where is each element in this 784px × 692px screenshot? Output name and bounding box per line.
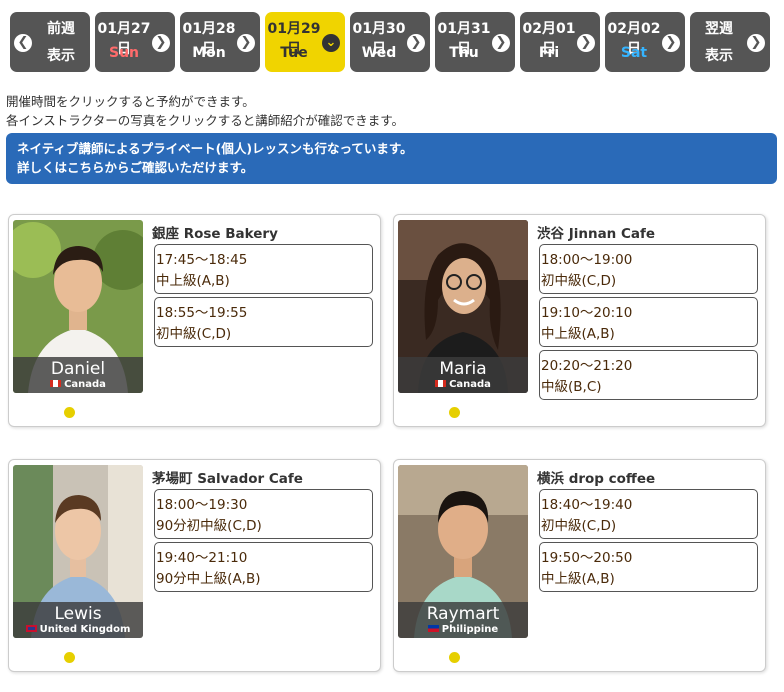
instructor-country: Canada [13, 379, 143, 391]
slot-level: 90分初中級(C,D) [156, 518, 262, 534]
instructions-line-1: 開催時間をクリックすると予約ができます。 [6, 94, 255, 109]
slot-level: 中上級(A,B) [541, 326, 615, 342]
slot-level: 初中級(C,D) [541, 518, 617, 534]
chevron-right-icon: ❯ [407, 34, 425, 52]
uk-flag-icon [25, 624, 37, 632]
day-weekday: Fri [538, 45, 560, 61]
canada-flag-icon [435, 379, 447, 387]
philippines-flag-icon [427, 624, 439, 632]
day-tab-0201[interactable]: 02月01日 Fri ❯ [520, 12, 600, 72]
slot-time: 19:10〜20:10 [541, 305, 633, 321]
instructor-country: Philippine [398, 624, 528, 636]
slot-time: 18:40〜19:40 [541, 497, 633, 513]
instructor-card: Lewis United Kingdom 茅場町 Salvador Cafe 1… [8, 459, 381, 672]
prev-week-button[interactable]: ❮ 前週 表示 [10, 12, 90, 72]
instructor-photo[interactable]: Maria Canada [398, 220, 528, 393]
slot-time: 17:45〜18:45 [156, 252, 248, 268]
chevron-right-icon: ❯ [492, 34, 510, 52]
slot-time: 18:55〜19:55 [156, 305, 248, 321]
slot-time: 20:20〜21:20 [541, 358, 633, 374]
slot-level: 初中級(C,D) [156, 326, 232, 342]
next-week-button[interactable]: 翌週 表示 ❯ [690, 12, 770, 72]
next-week-label-1: 翌週 [705, 21, 733, 37]
country-label: Canada [449, 379, 491, 390]
day-weekday: Thu [449, 45, 479, 61]
instructor-country: United Kingdom [13, 624, 143, 636]
day-weekday: Sat [620, 45, 648, 61]
venue-name: 渋谷 Jinnan Cafe [537, 226, 656, 242]
date-navigation: ❮ 前週 表示 01月27日 Sun ❯ 01月28日 Mon ❯ 01月29日… [10, 12, 770, 74]
time-slot-button[interactable]: 19:40〜21:10 90分中上級(A,B) [154, 542, 373, 592]
status-dot-icon [449, 407, 460, 418]
day-weekday: Wed [361, 45, 397, 61]
private-lesson-banner[interactable]: ネイティブ講師によるプライベート(個人)レッスンも行なっています。 詳しくはこち… [6, 133, 777, 184]
instructor-name: Maria [439, 359, 487, 379]
instructions-line-2: 各インストラクターの写真をクリックすると講師紹介が確認できます。 [6, 113, 405, 128]
instructor-photo[interactable]: Lewis United Kingdom [13, 465, 143, 638]
slot-time: 18:00〜19:00 [541, 252, 633, 268]
day-tab-0202[interactable]: 02月02日 Sat ❯ [605, 12, 685, 72]
country-label: United Kingdom [39, 624, 131, 635]
time-slot-button[interactable]: 18:55〜19:55 初中級(C,D) [154, 297, 373, 347]
status-dot-icon [64, 407, 75, 418]
chevron-down-icon: ⌄ [322, 34, 340, 52]
day-weekday: Sun [108, 45, 140, 61]
time-slot-button[interactable]: 19:10〜20:10 中上級(A,B) [539, 297, 758, 347]
time-slot-button[interactable]: 19:50〜20:50 中上級(A,B) [539, 542, 758, 592]
time-slot-button[interactable]: 18:00〜19:30 90分初中級(C,D) [154, 489, 373, 539]
slot-time: 18:00〜19:30 [156, 497, 248, 513]
chevron-right-icon: ❯ [662, 34, 680, 52]
canada-flag-icon [50, 379, 62, 387]
banner-line-2: 詳しくはこちらからご確認いただけます。 [17, 160, 254, 175]
instructor-photo[interactable]: Raymart Philippine [398, 465, 528, 638]
nameplate: Lewis United Kingdom [13, 602, 143, 638]
time-slot-button[interactable]: 20:20〜21:20 中級(B,C) [539, 350, 758, 400]
instructor-name: Raymart [426, 604, 500, 624]
slot-level: 中上級(A,B) [541, 571, 615, 587]
instructions-text: 開催時間をクリックすると予約ができます。 各インストラクターの写真をクリックする… [6, 92, 404, 130]
status-dot-icon [449, 652, 460, 663]
prev-week-label-2: 表示 [47, 48, 75, 64]
instructor-card: Raymart Philippine 横浜 drop coffee 18:40〜… [393, 459, 766, 672]
prev-week-label-1: 前週 [47, 21, 75, 37]
day-tab-0130[interactable]: 01月30日 Wed ❯ [350, 12, 430, 72]
slot-level: 中上級(A,B) [156, 273, 230, 289]
status-dot-icon [64, 652, 75, 663]
day-weekday: Tue [280, 45, 308, 61]
time-slot-button[interactable]: 18:40〜19:40 初中級(C,D) [539, 489, 758, 539]
time-slot-button[interactable]: 18:00〜19:00 初中級(C,D) [539, 244, 758, 294]
country-label: Canada [64, 379, 106, 390]
time-slot-button[interactable]: 17:45〜18:45 中上級(A,B) [154, 244, 373, 294]
chevron-right-icon: ❯ [237, 34, 255, 52]
nameplate: Maria Canada [398, 357, 528, 393]
instructor-photo[interactable]: Daniel Canada [13, 220, 143, 393]
next-week-label-2: 表示 [705, 48, 733, 64]
instructor-card: Maria Canada 渋谷 Jinnan Cafe 18:00〜19:00 … [393, 214, 766, 427]
slot-level: 90分中上級(A,B) [156, 571, 261, 587]
nameplate: Raymart Philippine [398, 602, 528, 638]
day-tab-0131[interactable]: 01月31日 Thu ❯ [435, 12, 515, 72]
venue-name: 銀座 Rose Bakery [152, 226, 278, 242]
instructor-name: Lewis [54, 604, 102, 624]
chevron-right-icon: ❯ [577, 34, 595, 52]
day-tab-0128[interactable]: 01月28日 Mon ❯ [180, 12, 260, 72]
venue-name: 横浜 drop coffee [537, 471, 656, 487]
venue-name: 茅場町 Salvador Cafe [152, 471, 303, 487]
chevron-right-icon: ❯ [152, 34, 170, 52]
slot-time: 19:40〜21:10 [156, 550, 248, 566]
nameplate: Daniel Canada [13, 357, 143, 393]
day-tab-0129-selected[interactable]: 01月29日 Tue ⌄ [265, 12, 345, 72]
slot-level: 中級(B,C) [541, 379, 602, 395]
instructor-card: Daniel Canada 銀座 Rose Bakery 17:45〜18:45… [8, 214, 381, 427]
banner-line-1: ネイティブ講師によるプライベート(個人)レッスンも行なっています。 [17, 141, 413, 156]
instructor-name: Daniel [50, 359, 106, 379]
country-label: Philippine [441, 624, 499, 635]
chevron-right-icon: ❯ [747, 34, 765, 52]
slot-time: 19:50〜20:50 [541, 550, 633, 566]
day-weekday: Mon [192, 45, 226, 61]
chevron-left-icon: ❮ [14, 34, 32, 52]
instructor-country: Canada [398, 379, 528, 391]
day-tab-0127[interactable]: 01月27日 Sun ❯ [95, 12, 175, 72]
slot-level: 初中級(C,D) [541, 273, 617, 289]
